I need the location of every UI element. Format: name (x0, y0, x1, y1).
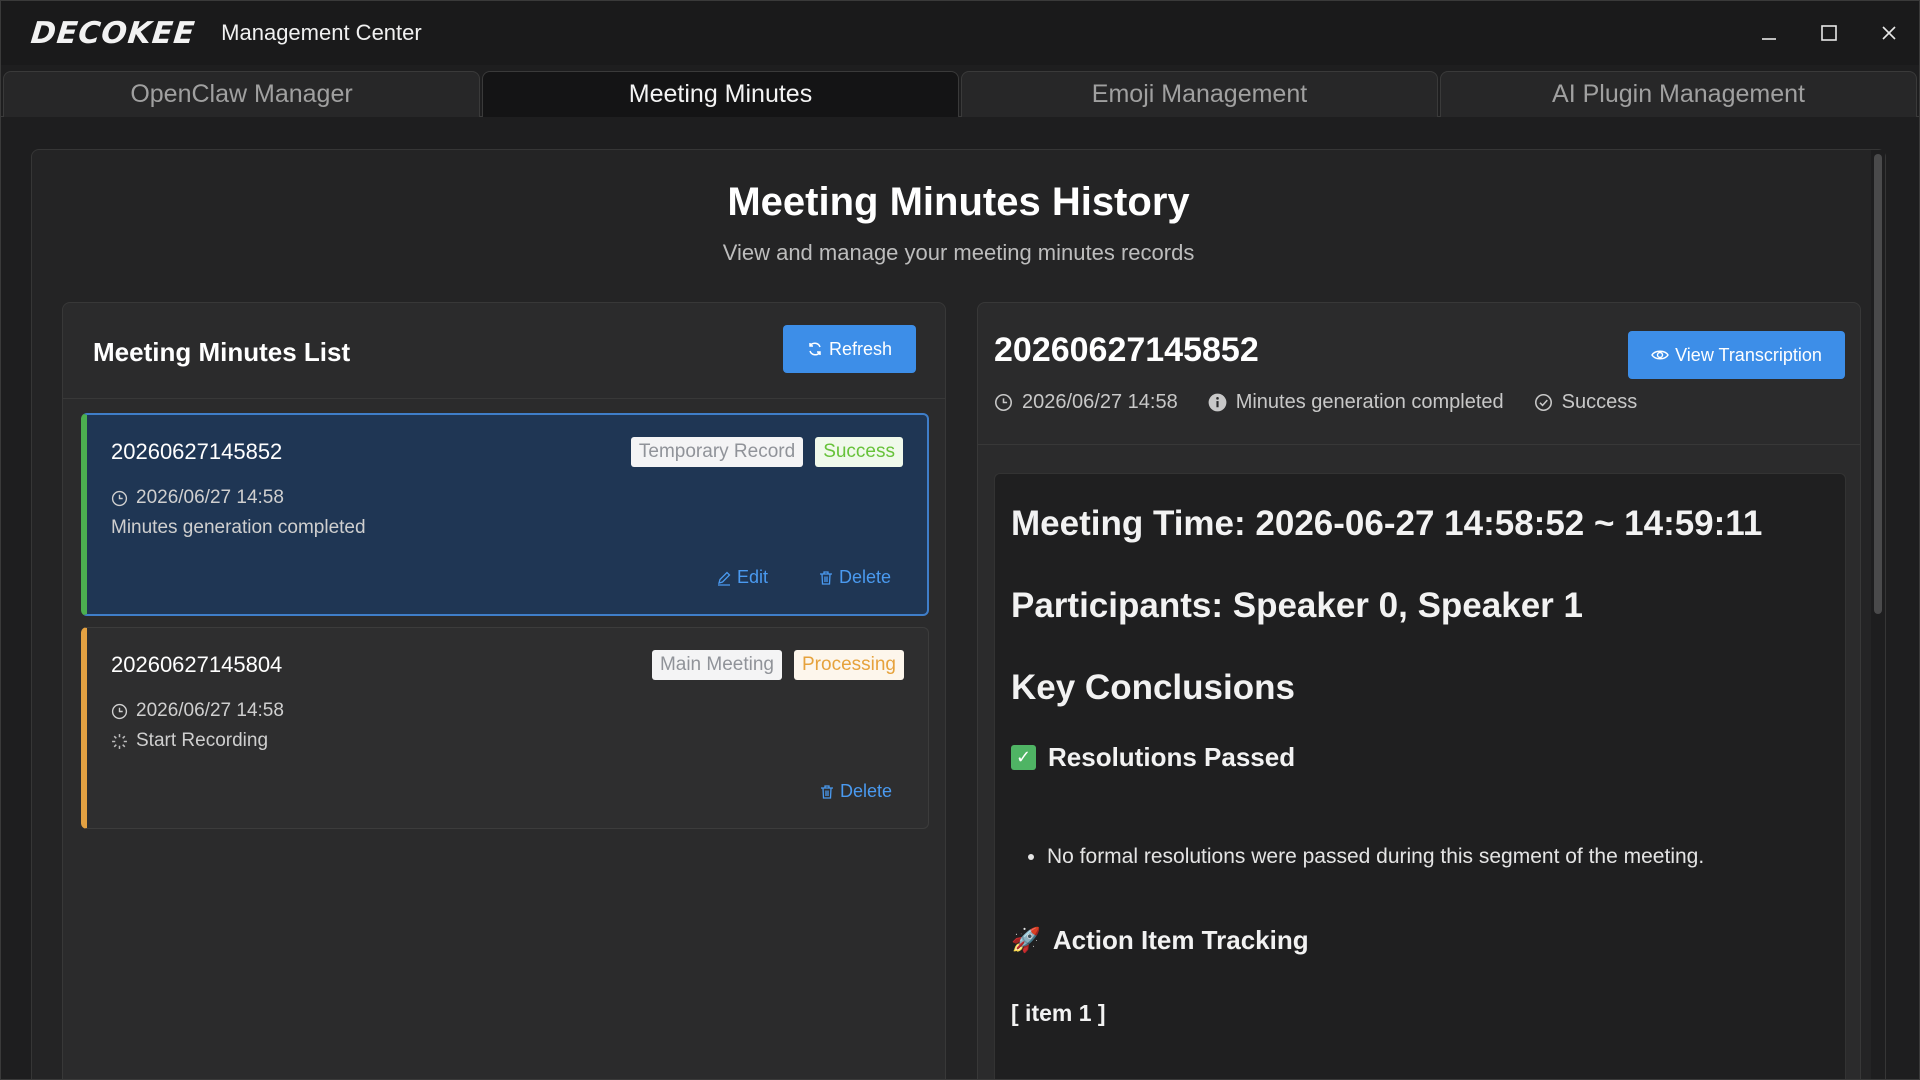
resolutions-heading: ✓ Resolutions Passed (1011, 742, 1831, 773)
refresh-button[interactable]: Refresh (783, 325, 916, 373)
record-type-badge: Main Meeting (651, 650, 782, 680)
status-badge: Processing (794, 650, 904, 680)
detail-meta: 2026/06/27 14:58 Minutes generation comp… (994, 391, 1637, 414)
record-status-text: Minutes generation completed (111, 517, 366, 538)
rocket-icon: 🚀 (1011, 927, 1041, 954)
window-title: Management Center (221, 20, 422, 45)
tab-meeting-minutes[interactable]: Meeting Minutes (482, 71, 959, 117)
minutes-content[interactable]: Meeting Time: 2026-06-27 14:58:52 ~ 14:5… (994, 473, 1846, 1079)
record-card[interactable]: 20260627145804 Main Meeting Processing 2… (81, 627, 929, 829)
record-time: 2026/06/27 14:58 (136, 487, 284, 508)
resolutions-heading-text: Resolutions Passed (1048, 742, 1296, 772)
record-card-selected[interactable]: 20260627145852 Temporary Record Success … (81, 413, 929, 616)
app-window: DECOKEE Management Center OpenClaw Manag… (0, 0, 1920, 1080)
action-item-label: [ item 1 ] (1011, 1000, 1106, 1026)
record-status-text: Start Recording (136, 730, 269, 751)
meta-result-text: Success (1561, 391, 1638, 413)
record-badges: Temporary Record Success (630, 437, 903, 467)
meta-status: Minutes generation completed (1208, 391, 1504, 414)
record-badges: Main Meeting Processing (651, 650, 904, 680)
maximize-button[interactable] (1799, 1, 1859, 65)
meta-result: Success (1534, 391, 1638, 414)
record-type-badge: Temporary Record (630, 437, 804, 467)
tab-bar: OpenClaw Manager Meeting Minutes Emoji M… (1, 71, 1919, 117)
tab-ai-plugin-management[interactable]: AI Plugin Management (1440, 71, 1917, 117)
meta-time: 2026/06/27 14:58 (994, 391, 1178, 414)
record-id: 20260627145852 (111, 439, 283, 464)
loading-icon (112, 733, 127, 749)
delete-button[interactable]: Delete (819, 781, 892, 802)
view-transcription-button[interactable]: View Transcription (1628, 331, 1845, 379)
refresh-label: Refresh (828, 338, 893, 359)
list-item: No formal resolutions were passed during… (1047, 845, 1831, 869)
delete-label: Delete (838, 567, 891, 587)
minimize-button[interactable] (1739, 1, 1799, 65)
record-status-row: Minutes generation completed (111, 517, 366, 539)
close-button[interactable] (1859, 1, 1919, 65)
clock-icon (111, 703, 128, 719)
delete-label: Delete (839, 781, 892, 801)
meta-time-text: 2026/06/27 14:58 (1022, 391, 1178, 413)
app-logo: DECOKEE (29, 15, 197, 51)
resolutions-list: No formal resolutions were passed during… (1047, 845, 1831, 869)
record-actions: Edit Delete (716, 567, 891, 588)
clock-icon (995, 394, 1012, 411)
meta-status-text: Minutes generation completed (1235, 391, 1504, 413)
key-conclusions-heading: Key Conclusions (1011, 668, 1295, 707)
maximize-icon (1821, 25, 1837, 41)
close-icon (1882, 26, 1896, 40)
tab-emoji-management[interactable]: Emoji Management (961, 71, 1438, 117)
page-title: Meeting Minutes History (727, 180, 1190, 224)
record-status-row: Start Recording (111, 730, 268, 752)
trash-icon (819, 570, 832, 585)
minutes-detail-panel: 20260627145852 View Transcription 2026/0… (977, 302, 1861, 1079)
check-mark-icon: ✓ (1011, 745, 1036, 770)
minutes-body: Meeting Time: 2026-06-27 14:58:52 ~ 14:5… (1011, 504, 1831, 1027)
view-transcription-label: View Transcription (1675, 344, 1822, 365)
title-bar[interactable]: DECOKEE Management Center (1, 1, 1919, 65)
eye-icon (1651, 350, 1669, 360)
main-scrollbar[interactable] (1871, 150, 1885, 1079)
delete-button[interactable]: Delete (818, 567, 891, 588)
trash-icon (820, 784, 833, 799)
edit-button[interactable]: Edit (716, 567, 768, 588)
record-time-row: 2026/06/27 14:58 (111, 487, 284, 509)
list-panel-header: Meeting Minutes List Refresh (63, 303, 945, 399)
clock-icon (111, 490, 128, 506)
record-id: 20260627145804 (111, 652, 283, 677)
info-icon (1208, 393, 1227, 412)
detail-title: 20260627145852 (994, 331, 1259, 369)
refresh-icon (809, 342, 821, 356)
minimize-icon (1762, 38, 1776, 40)
tab-openclaw-manager[interactable]: OpenClaw Manager (3, 71, 480, 117)
action-items-heading: 🚀 Action Item Tracking (1011, 925, 1831, 956)
scrollbar-thumb[interactable] (1874, 154, 1882, 614)
record-time: 2026/06/27 14:58 (136, 700, 284, 721)
record-time-row: 2026/06/27 14:58 (111, 700, 284, 722)
status-badge: Success (815, 437, 903, 467)
main-content: Meeting Minutes History View and manage … (31, 149, 1886, 1079)
record-actions: Delete (819, 781, 892, 802)
meeting-time-heading: Meeting Time: 2026-06-27 14:58:52 ~ 14:5… (1011, 504, 1763, 543)
edit-icon (717, 571, 731, 586)
page-subtitle: View and manage your meeting minutes rec… (722, 240, 1195, 265)
minutes-list-panel: Meeting Minutes List Refresh 20260627145… (62, 302, 946, 1079)
participants-heading: Participants: Speaker 0, Speaker 1 (1011, 586, 1583, 625)
action-items-heading-text: Action Item Tracking (1052, 925, 1309, 955)
detail-header: 20260627145852 View Transcription 2026/0… (978, 303, 1860, 445)
list-panel-title: Meeting Minutes List (93, 337, 351, 367)
edit-label: Edit (736, 567, 768, 587)
window-controls (1739, 1, 1919, 65)
check-circle-icon (1534, 394, 1552, 411)
